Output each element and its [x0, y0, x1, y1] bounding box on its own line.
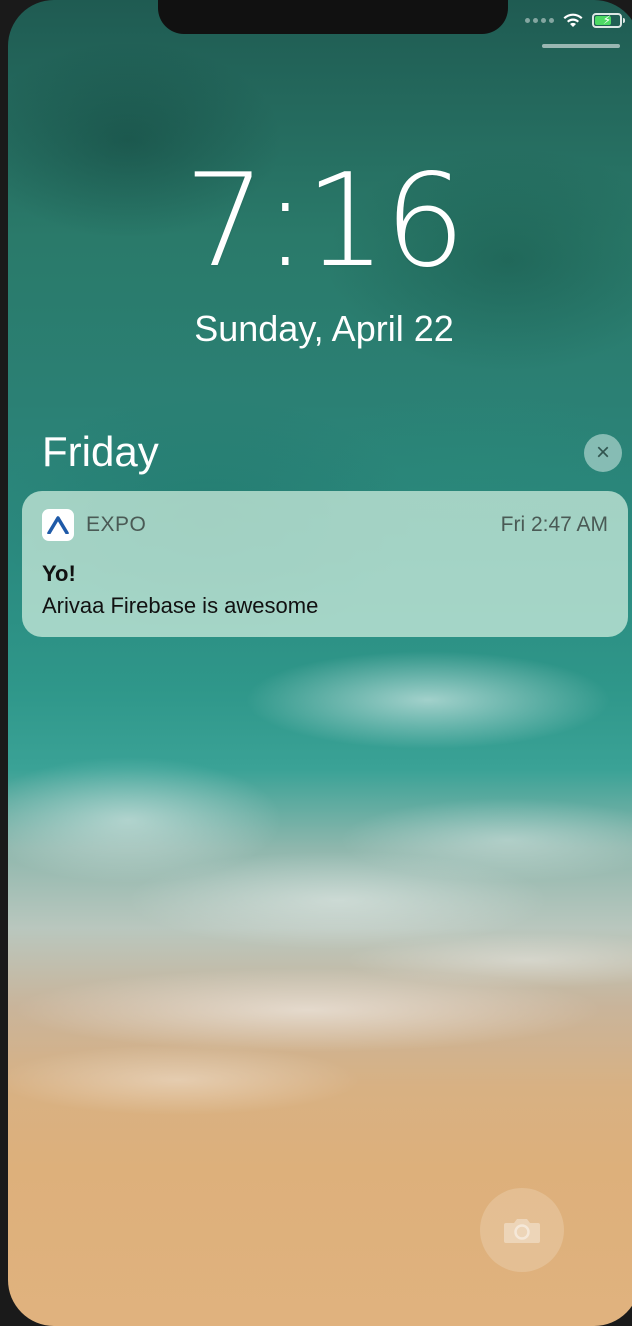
camera-icon [504, 1219, 540, 1243]
notification-header: EXPO Fri 2:47 AM [42, 509, 608, 541]
wifi-icon [563, 13, 583, 27]
notification-app-info: EXPO [42, 509, 146, 541]
cellular-signal-icon [525, 17, 554, 23]
clear-notifications-button[interactable]: × [584, 434, 622, 472]
status-bar: ⚡ [525, 12, 625, 28]
notification-body: Arivaa Firebase is awesome [42, 593, 319, 618]
expo-logo-icon [42, 509, 74, 541]
notification-group-header: Friday [42, 428, 159, 475]
battery-icon: ⚡ [592, 12, 625, 28]
camera-button[interactable] [480, 1188, 564, 1272]
charging-bolt-icon: ⚡ [602, 12, 612, 27]
lock-date: Sunday, April 22 [194, 308, 454, 349]
close-icon: × [595, 439, 610, 466]
notification-app-name: EXPO [86, 513, 147, 536]
notification-card[interactable]: EXPO Fri 2:47 AM Yo! Arivaa Firebase is … [22, 491, 628, 637]
notification-title: Yo! [42, 561, 76, 586]
control-center-indicator[interactable] [542, 44, 620, 48]
lock-clock: 7:16 [184, 147, 465, 296]
lock-screen: ⚡ 7:16 Sunday, April 22 Friday × EXPO Fr… [8, 0, 632, 1326]
device-notch [158, 0, 508, 34]
notification-time: Fri 2:47 AM [500, 513, 608, 536]
